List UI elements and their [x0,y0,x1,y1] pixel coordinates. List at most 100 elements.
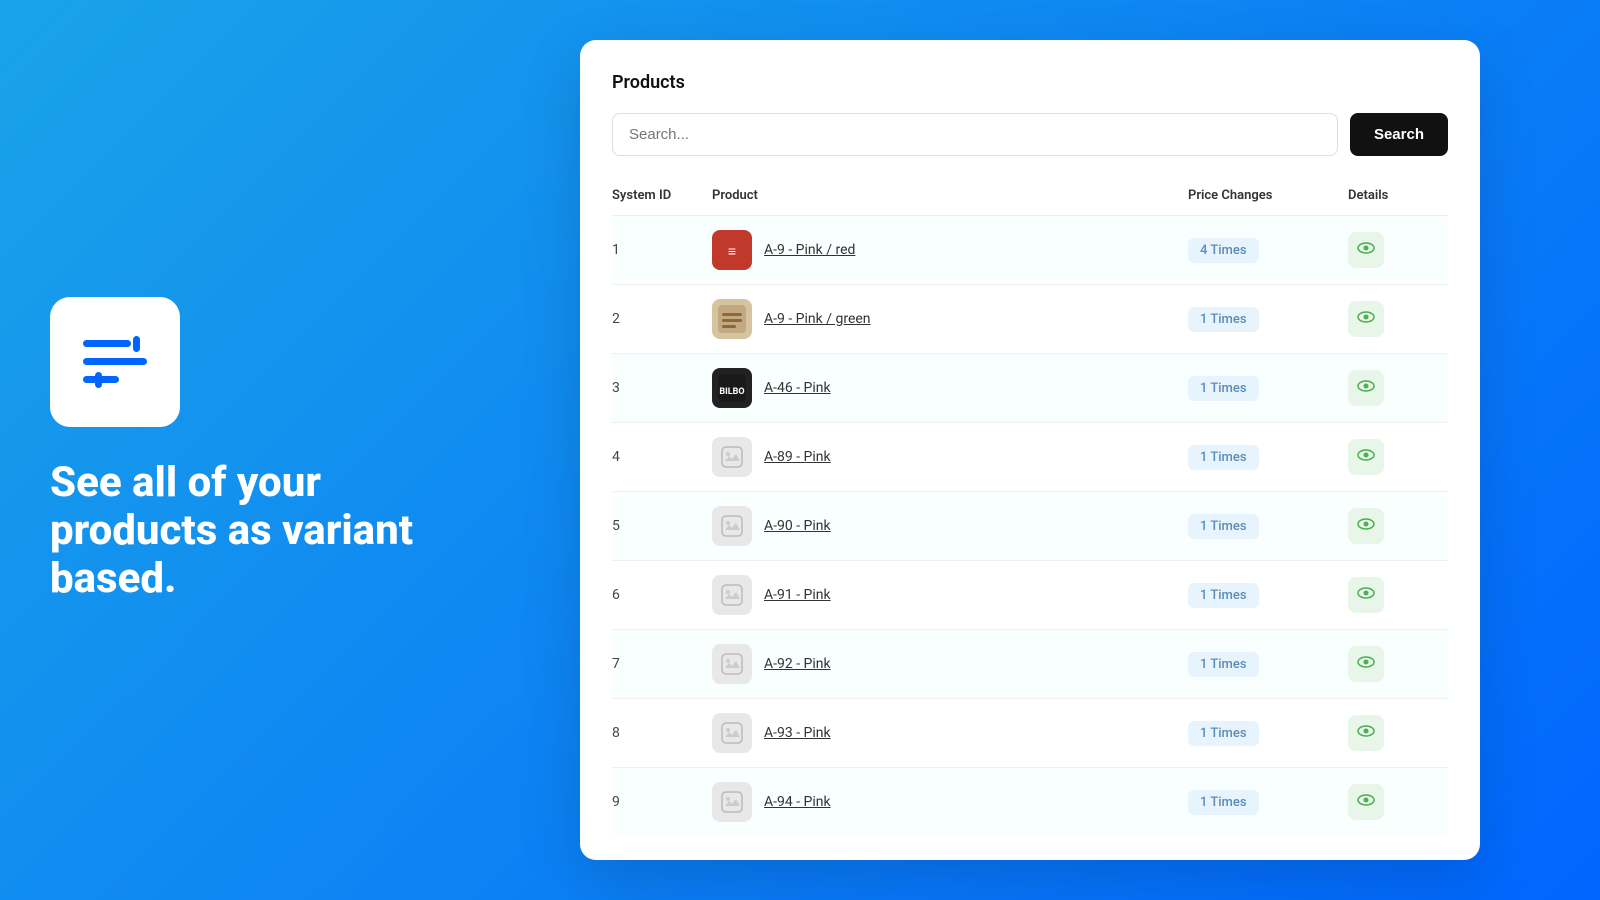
product-link[interactable]: A-92 - Pink [764,656,831,672]
cell-id: 4 [612,449,712,465]
product-thumbnail [712,644,752,684]
cell-price-changes: 1 Times [1188,445,1348,470]
table-row: 9 A-94 - Pink 1 Times [612,768,1448,836]
price-changes-badge: 1 Times [1188,376,1259,401]
table-row: 3 BILBO A-46 - Pink 1 Times [612,354,1448,423]
tagline: See all of your products as variant base… [50,459,430,604]
product-thumbnail [712,782,752,822]
product-thumbnail [712,299,752,339]
cell-details [1348,370,1448,406]
product-thumbnail: ≡ [712,230,752,270]
table-body: 1 ≡ A-9 - Pink / red 4 Times [612,216,1448,836]
product-link[interactable]: A-90 - Pink [764,518,831,534]
eye-icon [1357,377,1375,400]
search-row: Search [612,113,1448,156]
product-link[interactable]: A-94 - Pink [764,794,831,810]
price-changes-badge: 1 Times [1188,514,1259,539]
cell-details [1348,646,1448,682]
details-button[interactable] [1348,508,1384,544]
cell-id: 5 [612,518,712,534]
product-link[interactable]: A-89 - Pink [764,449,831,465]
cell-details [1348,715,1448,751]
eye-icon [1357,584,1375,607]
cell-price-changes: 1 Times [1188,652,1348,677]
products-card: Products Search System ID Product Price … [580,40,1480,860]
cell-price-changes: 1 Times [1188,721,1348,746]
cell-price-changes: 1 Times [1188,790,1348,815]
product-thumbnail [712,713,752,753]
right-panel: Products Search System ID Product Price … [480,0,1600,900]
eye-icon [1357,653,1375,676]
product-thumbnail [712,437,752,477]
table-row: 2 A-9 - Pink / green 1 Times [612,285,1448,354]
cell-id: 6 [612,587,712,603]
cell-details [1348,232,1448,268]
product-link[interactable]: A-9 - Pink / red [764,242,855,258]
cell-product: A-90 - Pink [712,506,1188,546]
table-row: 7 A-92 - Pink 1 Times [612,630,1448,699]
cell-product: A-92 - Pink [712,644,1188,684]
left-panel: See all of your products as variant base… [0,237,480,664]
cell-id: 7 [612,656,712,672]
cell-price-changes: 4 Times [1188,238,1348,263]
search-button[interactable]: Search [1350,113,1448,156]
cell-product: A-94 - Pink [712,782,1188,822]
table-row: 6 A-91 - Pink 1 Times [612,561,1448,630]
price-changes-badge: 1 Times [1188,652,1259,677]
th-product: Product [712,188,1188,203]
table-row: 1 ≡ A-9 - Pink / red 4 Times [612,216,1448,285]
product-link[interactable]: A-9 - Pink / green [764,311,871,327]
product-thumbnail: BILBO [712,368,752,408]
cell-price-changes: 1 Times [1188,514,1348,539]
eye-icon [1357,722,1375,745]
details-button[interactable] [1348,784,1384,820]
cell-product: A-93 - Pink [712,713,1188,753]
price-changes-badge: 4 Times [1188,238,1259,263]
search-input[interactable] [612,113,1338,156]
table-row: 8 A-93 - Pink 1 Times [612,699,1448,768]
details-button[interactable] [1348,646,1384,682]
cell-details [1348,784,1448,820]
cell-id: 2 [612,311,712,327]
eye-icon [1357,791,1375,814]
price-changes-badge: 1 Times [1188,790,1259,815]
cell-details [1348,508,1448,544]
cell-price-changes: 1 Times [1188,376,1348,401]
product-thumbnail [712,575,752,615]
details-button[interactable] [1348,715,1384,751]
cell-id: 1 [612,242,712,258]
cell-details [1348,439,1448,475]
th-details: Details [1348,188,1448,203]
eye-icon [1357,239,1375,262]
product-link[interactable]: A-91 - Pink [764,587,831,603]
product-link[interactable]: A-93 - Pink [764,725,831,741]
cell-product: A-9 - Pink / green [712,299,1188,339]
cell-id: 9 [612,794,712,810]
product-link[interactable]: A-46 - Pink [764,380,831,396]
details-button[interactable] [1348,577,1384,613]
cell-product: A-89 - Pink [712,437,1188,477]
cell-product: BILBO A-46 - Pink [712,368,1188,408]
cell-price-changes: 1 Times [1188,583,1348,608]
cell-id: 3 [612,380,712,396]
eye-icon [1357,308,1375,331]
product-thumbnail [712,506,752,546]
eye-icon [1357,515,1375,538]
details-button[interactable] [1348,439,1384,475]
price-changes-badge: 1 Times [1188,721,1259,746]
price-changes-badge: 1 Times [1188,583,1259,608]
cell-product: A-91 - Pink [712,575,1188,615]
logo-box [50,297,180,427]
eye-icon [1357,446,1375,469]
details-button[interactable] [1348,232,1384,268]
cell-details [1348,301,1448,337]
table-row: 5 A-90 - Pink 1 Times [612,492,1448,561]
th-price-changes: Price Changes [1188,188,1348,203]
card-title: Products [612,72,1448,93]
price-changes-badge: 1 Times [1188,307,1259,332]
cell-details [1348,577,1448,613]
cell-id: 8 [612,725,712,741]
details-button[interactable] [1348,370,1384,406]
details-button[interactable] [1348,301,1384,337]
logo-icon [75,322,155,402]
